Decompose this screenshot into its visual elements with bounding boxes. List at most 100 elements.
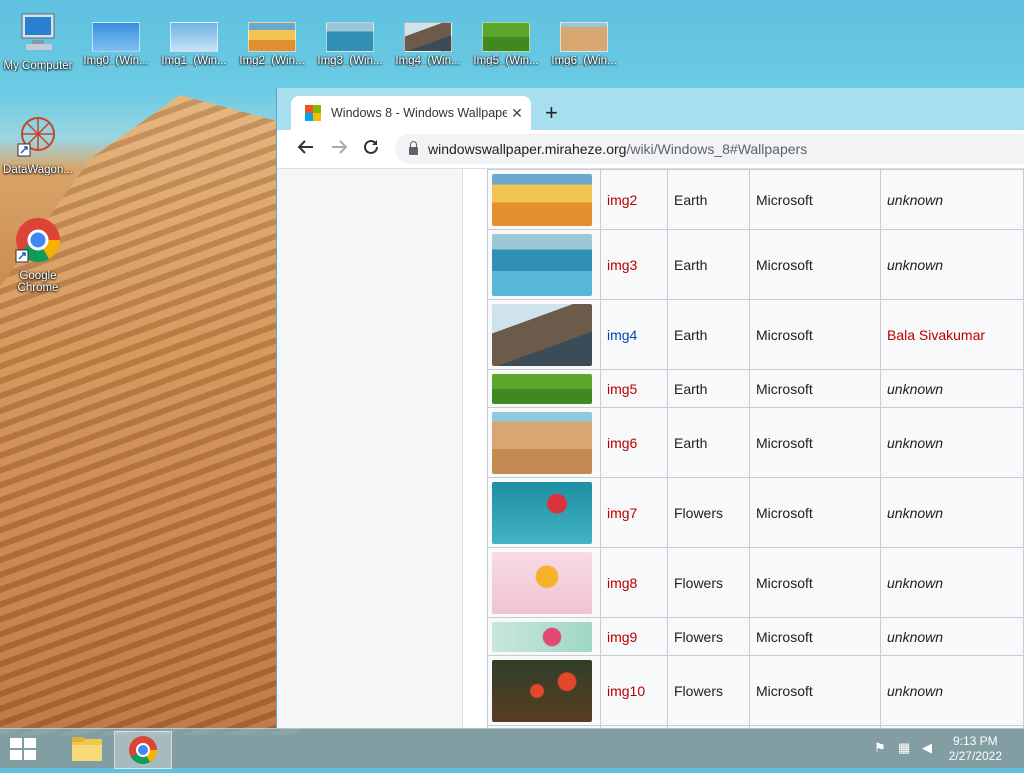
desktop-icon-label: Img4_(Win... — [395, 55, 461, 67]
author-cell: Microsoft — [749, 617, 881, 656]
desktop-icon-label: My Computer — [3, 60, 73, 72]
author-cell: Microsoft — [749, 369, 881, 408]
action-center-flag-icon[interactable]: ⚑ — [874, 741, 890, 755]
image-name-cell: img8 — [600, 547, 668, 618]
author-cell: Microsoft — [749, 229, 881, 300]
image-name-link[interactable]: img6 — [607, 435, 637, 451]
image-file-icon — [482, 22, 530, 52]
desktop-icon-4[interactable]: Img3_(Win... — [312, 22, 388, 67]
image-name-cell: img3 — [600, 229, 668, 300]
category-cell: Flowers — [667, 617, 750, 656]
photographer-cell: unknown — [880, 547, 1024, 618]
browser-tab[interactable]: Windows 8 - Windows Wallpaper ✕ — [291, 96, 531, 130]
thumbnail-cell — [487, 369, 601, 408]
chrome-icon — [129, 736, 157, 764]
desktop-icon-label: Img1_(Win... — [161, 55, 227, 67]
author-cell: Microsoft — [749, 407, 881, 478]
thumbnail-cell — [487, 655, 601, 726]
image-name-link[interactable]: img2 — [607, 192, 637, 208]
image-name-link[interactable]: img5 — [607, 381, 637, 397]
desktop-icon-5[interactable]: Img4_(Win... — [390, 22, 466, 67]
table-row: img7 Flowers Microsoft unknown — [487, 477, 1024, 548]
tab-title: Windows 8 - Windows Wallpaper — [331, 106, 507, 120]
image-file-icon — [404, 22, 452, 52]
photographer-cell: unknown — [880, 407, 1024, 478]
address-bar[interactable]: windowswallpaper.miraheze.org/wiki/Windo… — [395, 134, 1024, 164]
photographer-cell: unknown — [880, 169, 1024, 230]
thumbnail-cell — [487, 299, 601, 370]
category-cell: Earth — [667, 299, 750, 370]
wallpaper-thumbnail[interactable] — [492, 659, 592, 722]
volume-muted-icon[interactable]: ◀ — [922, 741, 938, 755]
desktop-icon-0[interactable]: My Computer — [0, 12, 76, 72]
desktop-icon-label: Img0_(Win... — [83, 55, 149, 67]
table-row: img4 Earth Microsoft Bala Sivakumar — [487, 299, 1024, 370]
desktop-icon-7[interactable]: Img6_(Win... — [546, 22, 622, 67]
datawagon-icon — [17, 117, 55, 157]
image-name-cell: img2 — [600, 169, 668, 230]
thumbnail-cell — [487, 477, 601, 548]
image-name-cell: img9 — [600, 617, 668, 656]
wallpaper-thumbnail[interactable] — [492, 411, 592, 474]
start-button[interactable] — [10, 738, 37, 760]
photographer-cell: unknown — [880, 477, 1024, 548]
computer-icon — [21, 13, 55, 50]
desktop-icon-label: Img2_(Win... — [239, 55, 305, 67]
wallpaper-thumbnail[interactable] — [492, 173, 592, 226]
table-row: img8 Flowers Microsoft unknown — [487, 547, 1024, 618]
wallpaper-thumbnail[interactable] — [492, 551, 592, 614]
image-name-link[interactable]: img8 — [607, 575, 637, 591]
system-clock[interactable]: 9:13 PM 2/27/2022 — [949, 734, 1002, 764]
file-explorer-taskbar-button[interactable] — [60, 731, 116, 767]
image-name-link[interactable]: img4 — [607, 327, 637, 343]
clock-date: 2/27/2022 — [948, 749, 1002, 763]
category-cell: Earth — [667, 407, 750, 478]
image-name-link[interactable]: img9 — [607, 629, 637, 645]
wallpaper-thumbnail[interactable] — [492, 621, 592, 652]
chrome-taskbar-button[interactable] — [114, 731, 172, 769]
folder-icon — [72, 737, 102, 761]
browser-toolbar: windowswallpaper.miraheze.org/wiki/Windo… — [277, 130, 1024, 169]
desktop-icon-3[interactable]: Img2_(Win... — [234, 22, 310, 67]
photographer-cell: unknown — [880, 369, 1024, 408]
image-name-cell: img7 — [600, 477, 668, 548]
browser-window: Windows 8 - Windows Wallpaper ✕ + window… — [276, 88, 1024, 728]
reload-icon[interactable] — [362, 138, 380, 156]
tab-close-icon[interactable]: ✕ — [507, 105, 527, 122]
wallpaper-thumbnail[interactable] — [492, 303, 592, 366]
desktop-icon-1[interactable]: Img0_(Win... — [78, 22, 154, 67]
image-name-cell: img10 — [600, 655, 668, 726]
desktop-icon-6[interactable]: Img5_(Win... — [468, 22, 544, 67]
category-cell: Flowers — [667, 655, 750, 726]
wallpaper-thumbnail[interactable] — [492, 373, 592, 404]
table-row: img2 Earth Microsoft unknown — [487, 169, 1024, 230]
lock-icon — [409, 141, 418, 155]
page-content: img2 Earth Microsoft unknown img3 Earth Micros… — [277, 169, 1024, 728]
forward-arrow-icon[interactable] — [330, 138, 348, 156]
table-row: img6 Earth Microsoft unknown — [487, 407, 1024, 478]
table-row: img5 Earth Microsoft unknown — [487, 369, 1024, 408]
image-name-link[interactable]: img10 — [607, 683, 645, 699]
taskbar: ⚑ ▦ ◀ 9:13 PM 2/27/2022 — [0, 728, 1024, 769]
desktop-icon-9[interactable]: Google Chrome — [0, 216, 76, 294]
table-row: img3 Earth Microsoft unknown — [487, 229, 1024, 300]
category-cell: Flowers — [667, 477, 750, 548]
wallpaper-thumbnail[interactable] — [492, 233, 592, 296]
back-arrow-icon[interactable] — [297, 138, 315, 156]
network-icon[interactable]: ▦ — [898, 741, 914, 755]
desktop-icon-2[interactable]: Img1_(Win... — [156, 22, 232, 67]
table-row: img10 Flowers Microsoft unknown — [487, 655, 1024, 726]
wallpaper-thumbnail[interactable] — [492, 481, 592, 544]
category-cell: Flowers — [667, 547, 750, 618]
desktop-icon-label: Google Chrome — [17, 270, 59, 294]
wallpaper-table: img2 Earth Microsoft unknown img3 Earth Micros… — [487, 169, 1024, 728]
image-name-link[interactable]: img7 — [607, 505, 637, 521]
image-file-icon — [560, 22, 608, 52]
url-path: /wiki/Windows_8#Wallpapers — [626, 141, 808, 157]
author-cell: Microsoft — [749, 547, 881, 618]
new-tab-button[interactable]: + — [545, 100, 558, 126]
image-file-icon — [248, 22, 296, 52]
image-name-link[interactable]: img3 — [607, 257, 637, 273]
photographer-cell[interactable]: Bala Sivakumar — [880, 299, 1024, 370]
desktop-icon-8[interactable]: DataWagon... — [0, 112, 76, 176]
